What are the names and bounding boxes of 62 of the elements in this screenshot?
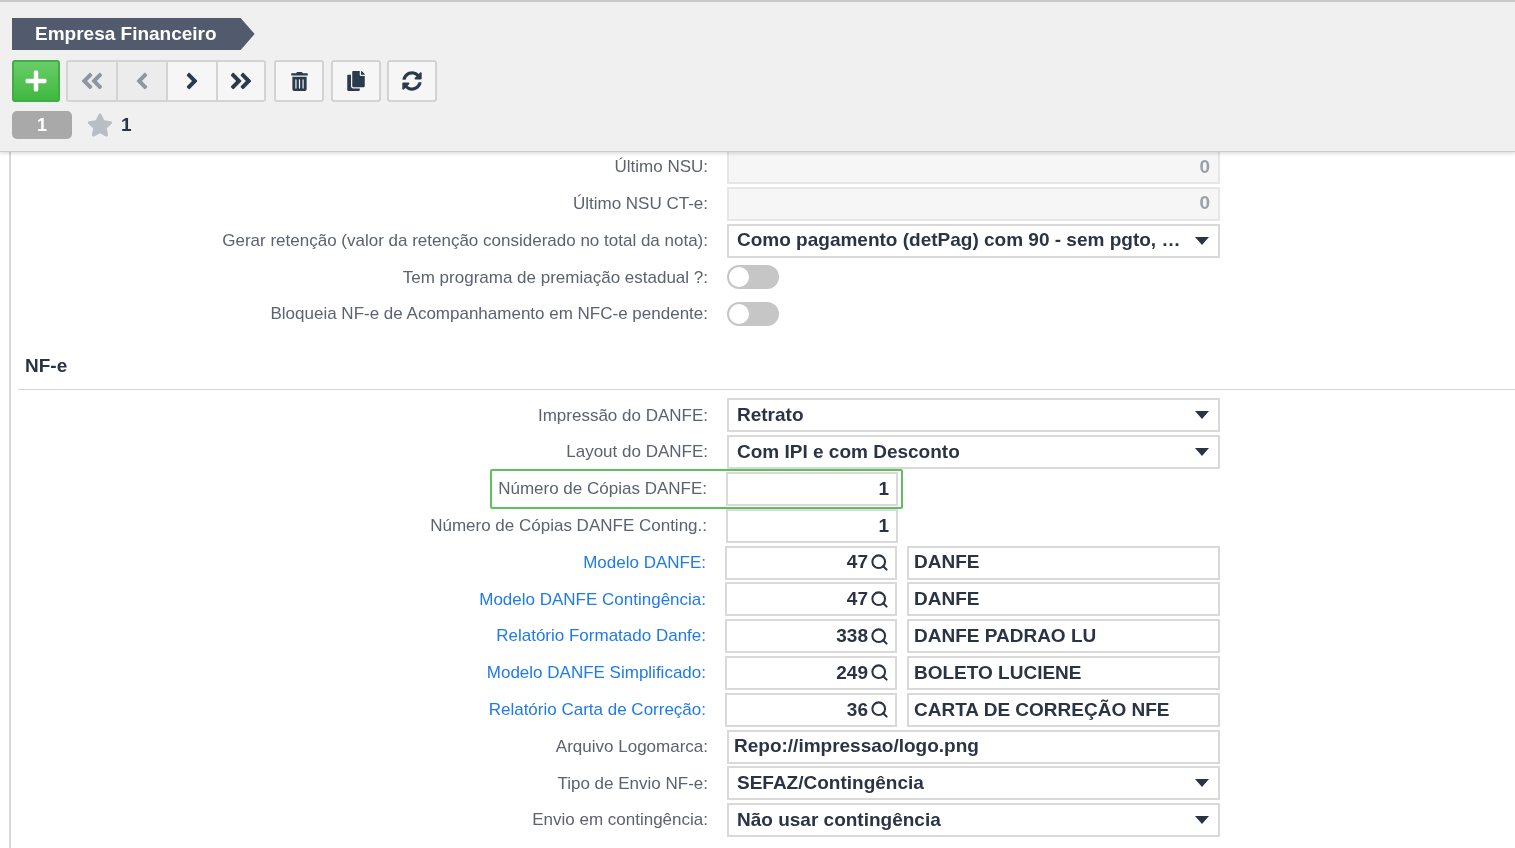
code-field[interactable]: 249 [725,655,897,690]
field-link[interactable]: Relatório Formatado Danfe: [496,623,706,649]
description-field[interactable]: DANFE PADRAO LU [907,619,1220,654]
description-field[interactable]: BOLETO LUCIENE [907,655,1220,690]
field-label: Número de Cópias DANFE Conting.: [430,515,707,538]
caret-down-icon [1195,448,1209,457]
search-icon[interactable] [870,663,889,683]
search-icon[interactable] [870,589,889,609]
section-title: NF-e [25,355,68,377]
description-field[interactable]: CARTA DE CORREÇÃO NFE [907,692,1220,727]
dropdown[interactable]: Como pagamento (detPag) com 90 - sem pgto, … [727,223,1220,258]
star-icon[interactable] [87,112,113,138]
next-record-button[interactable] [166,60,216,102]
field-label: Arquivo Logomarca: [555,735,708,758]
search-icon[interactable] [870,553,889,573]
add-button[interactable] [12,60,60,102]
caret-down-icon [1195,816,1209,825]
field-label: Envio em contingência: [532,809,708,832]
dropdown[interactable]: SEFAZ/Contingência [727,766,1220,801]
field-label: Número de Cópias DANFE: [498,478,707,501]
dropdown[interactable]: Com IPI e com Desconto [727,435,1220,470]
trash-icon [289,71,309,91]
field-link[interactable]: Modelo DANFE Simplificado: [486,660,706,686]
number-field[interactable]: 1 [726,508,898,543]
refresh-icon [402,71,422,91]
code-field[interactable]: 338 [725,619,897,654]
field-label: Tem programa de premiação estadual ?: [402,266,708,289]
code-field[interactable]: 47 [725,545,897,580]
field-label: Tipo de Envio NF-e: [557,772,708,795]
plus-icon [24,69,48,93]
field-link[interactable]: Modelo DANFE: [583,549,706,576]
last-record-button[interactable] [216,60,266,102]
caret-down-icon [1195,779,1209,788]
field-label: Bloqueia NF-e de Acompanhamento em NFC-e pendente: [270,303,708,326]
caret-down-icon [1195,411,1209,420]
code-field[interactable]: 36 [725,692,897,727]
favorites-count: 1 [121,112,132,137]
description-field[interactable]: DANFE [907,582,1220,617]
description-field[interactable]: DANFE [907,545,1220,580]
copy-icon [346,71,366,91]
copy-button[interactable] [331,60,381,102]
field-label: Último NSU CT-e: [572,192,708,215]
toggle-switch[interactable] [727,302,779,327]
number-field[interactable]: 1 [726,472,898,506]
refresh-button[interactable] [387,60,437,102]
field-link[interactable]: Modelo DANFE Contingência: [479,586,706,613]
dropdown[interactable]: Retrato [727,398,1220,433]
field-label: Layout do DANFE: [566,441,708,464]
page-title: Empresa Financeiro [12,18,255,50]
search-icon[interactable] [870,700,889,720]
search-icon[interactable] [870,626,889,646]
delete-button[interactable] [274,60,324,102]
caret-down-icon [1195,236,1209,245]
field-label: Gerar retenção (valor da retenção considerado no total da nota): [222,229,708,252]
dropdown[interactable]: Não usar contingência [727,803,1220,838]
input-field[interactable]: Repo://impressao/logo.png [727,729,1220,764]
record-count-badge: 1 [12,111,72,139]
field-link[interactable]: Relatório Carta de Correção: [488,697,706,723]
code-field[interactable]: 47 [725,582,897,617]
field-label: Impressão do DANFE: [537,404,708,427]
field-label: Último NSU: [614,156,708,179]
toggle-switch[interactable] [727,265,779,290]
